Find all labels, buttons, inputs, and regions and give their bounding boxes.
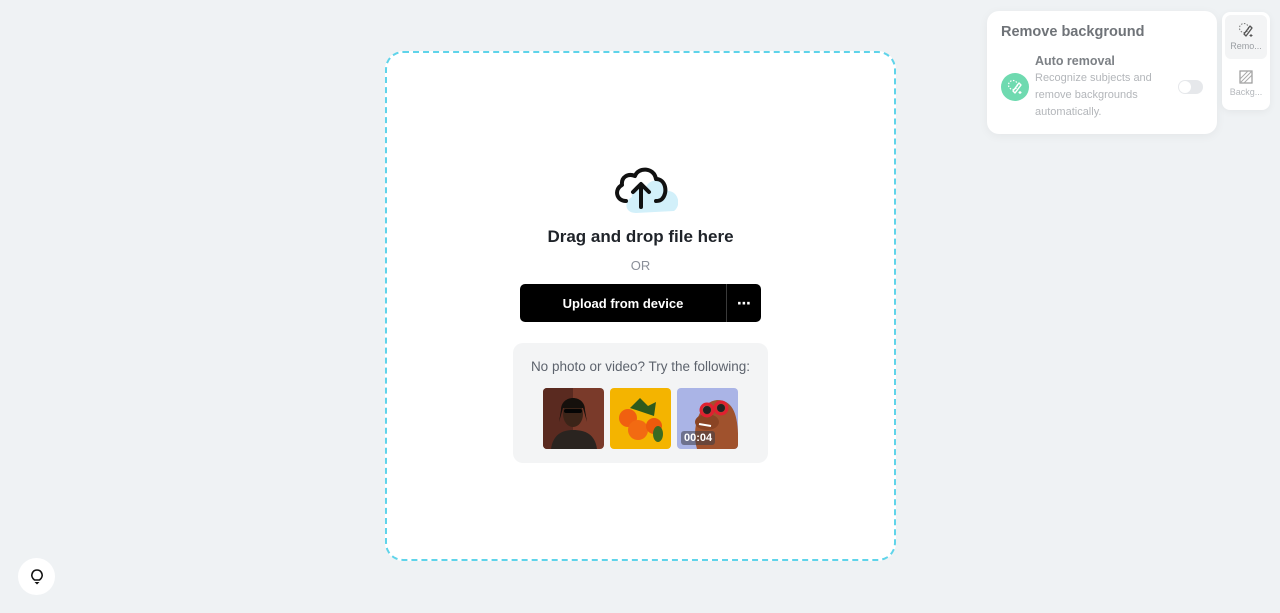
or-separator: OR	[630, 258, 651, 273]
upload-button-group: Upload from device ⋯	[520, 284, 761, 322]
rail-item-background[interactable]: Backg...	[1225, 63, 1267, 107]
rail-label-background: Backg...	[1229, 87, 1263, 97]
magic-eraser-icon	[1239, 23, 1253, 37]
sample-thumbnail-oranges[interactable]	[610, 388, 671, 449]
rail-label-remove: Remo...	[1230, 41, 1262, 51]
side-rail: Remo... Backg...	[1222, 12, 1270, 110]
sample-thumbnail-dog-video[interactable]: 00:04	[677, 388, 738, 449]
samples-label: No photo or video? Try the following:	[530, 359, 751, 374]
toggle-knob	[1179, 81, 1191, 93]
background-icon	[1239, 70, 1253, 84]
upload-dropzone[interactable]: Drag and drop file here OR Upload from d…	[385, 51, 896, 561]
panel-title: Remove background	[1001, 24, 1145, 40]
magic-eraser-icon	[1001, 73, 1029, 101]
more-options-button[interactable]: ⋯	[727, 284, 761, 322]
auto-removal-toggle[interactable]	[1178, 80, 1203, 94]
sample-media-box: No photo or video? Try the following: 00…	[513, 343, 768, 463]
auto-removal-description: Recognize subjects and remove background…	[1035, 72, 1152, 118]
sample-thumbnail-person[interactable]	[543, 388, 604, 449]
sample-thumbnails: 00:04	[543, 388, 738, 449]
remove-background-panel: Remove background Auto removal Recognize…	[987, 11, 1217, 134]
video-duration: 00:04	[681, 431, 716, 445]
upload-from-device-button[interactable]: Upload from device	[520, 284, 726, 322]
cloud-upload-icon	[615, 167, 678, 213]
tips-button[interactable]	[18, 558, 55, 595]
rail-item-remove[interactable]: Remo...	[1225, 15, 1267, 59]
lightbulb-icon	[30, 568, 43, 584]
auto-removal-title: Auto removal	[1035, 54, 1115, 68]
drop-title: Drag and drop file here	[547, 227, 734, 246]
